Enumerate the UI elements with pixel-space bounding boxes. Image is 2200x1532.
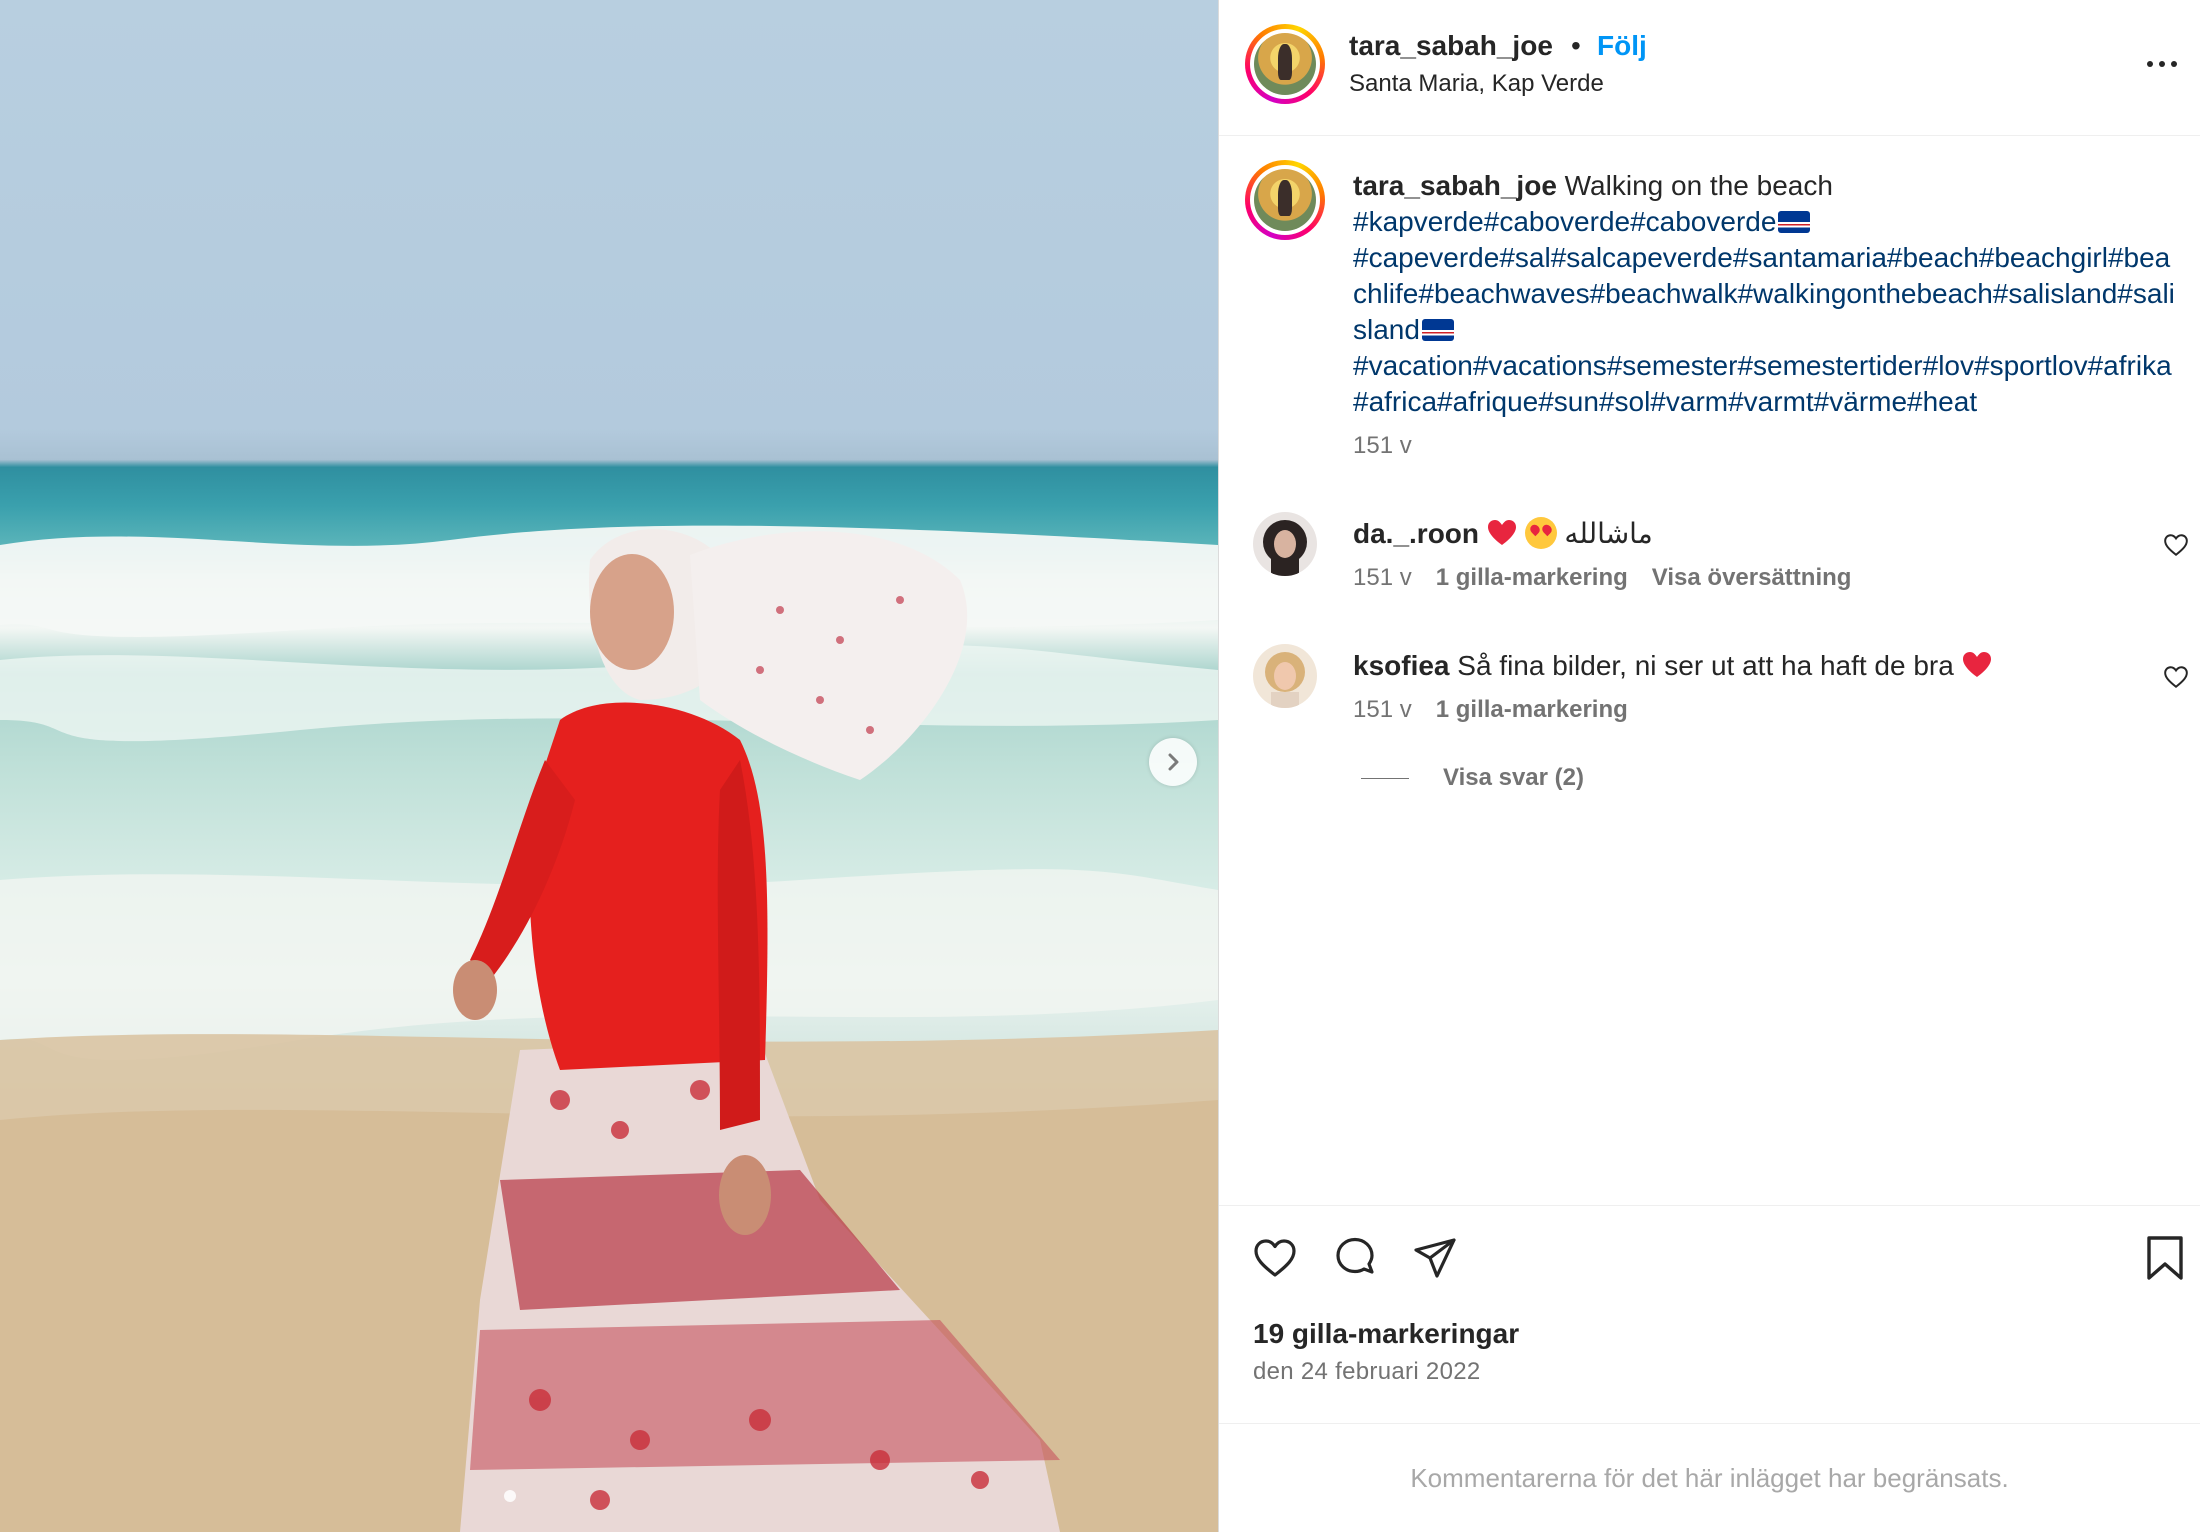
comment-username[interactable]: da._.roon	[1353, 518, 1479, 549]
caption-text: tara_sabah_joe Walking on the beach #kap…	[1353, 168, 2183, 420]
replies-divider	[1361, 777, 1409, 779]
small-heart-icon[interactable]	[2163, 532, 2189, 558]
comment-meta: 151 v 1 gilla-markering Visa översättnin…	[1353, 564, 1851, 592]
post-date[interactable]: den 24 februari 2022	[1253, 1358, 1481, 1386]
comment-likes[interactable]: 1 gilla-markering	[1436, 696, 1628, 724]
separator-dot: •	[1571, 30, 1581, 61]
carousel-indicator	[504, 1490, 516, 1502]
heart-icon[interactable]	[1251, 1234, 1299, 1282]
caption-avatar[interactable]	[1245, 160, 1325, 240]
more-options-icon	[2147, 61, 2153, 67]
post-header: tara_sabah_joe • Följ Santa Maria, Kap V…	[1219, 0, 2200, 136]
comment-timestamp[interactable]: 151 v	[1353, 696, 1412, 724]
caption-timestamp[interactable]: 151 v	[1353, 432, 1412, 460]
hashtags-line-2[interactable]: #capeverde#sal#salcapeverde#santamaria#b…	[1353, 242, 2175, 345]
share-icon[interactable]	[1411, 1234, 1459, 1282]
follow-button[interactable]: Följ	[1597, 30, 1647, 62]
hashtags-line-3[interactable]: #vacation#vacations#semester#semestertid…	[1353, 350, 2172, 417]
comments-limited-notice: Kommentarerna för det här inlägget har b…	[1219, 1423, 2200, 1532]
comment-meta: 151 v 1 gilla-markering	[1353, 696, 1628, 724]
commenter-avatar[interactable]	[1253, 644, 1317, 708]
author-avatar[interactable]	[1245, 24, 1325, 104]
bookmark-icon[interactable]	[2143, 1234, 2187, 1282]
comment-text: ksofiea Så fina bilder, ni ser ut att ha…	[1353, 648, 1992, 684]
post-details-panel: tara_sabah_joe • Följ Santa Maria, Kap V…	[1219, 0, 2200, 1532]
post-location[interactable]: Santa Maria, Kap Verde	[1349, 70, 1604, 98]
red-heart-emoji-icon	[1487, 520, 1516, 545]
post-actions: 19 gilla-markeringar den 24 februari 202…	[1219, 1205, 2200, 1423]
flag-cape-verde-icon	[1421, 319, 1454, 341]
caption-username[interactable]: tara_sabah_joe	[1353, 170, 1557, 201]
comment-body: ماشالله	[1564, 518, 1653, 549]
comment-timestamp[interactable]: 151 v	[1353, 564, 1412, 592]
comment-body: Så fina bilder, ni ser ut att ha haft de…	[1457, 650, 1954, 681]
beach-photo	[0, 525, 1218, 1532]
author-username[interactable]: tara_sabah_joe	[1349, 30, 1553, 62]
comment-icon[interactable]	[1331, 1234, 1379, 1282]
comment-likes[interactable]: 1 gilla-markering	[1436, 564, 1628, 592]
more-options-button[interactable]	[2147, 50, 2183, 78]
post-image[interactable]	[0, 0, 1218, 1532]
comment-username[interactable]: ksofiea	[1353, 650, 1450, 681]
carousel-next-icon	[1168, 753, 1179, 771]
view-replies-label: Visa svar (2)	[1443, 764, 1584, 791]
caption-body: Walking on the beach	[1564, 170, 1833, 201]
heart-eyes-emoji-icon	[1524, 517, 1557, 549]
comment-text: da._.roon ماشالله	[1353, 516, 1653, 552]
hashtags-line-1[interactable]: #kapverde#caboverde#caboverde	[1353, 206, 1776, 237]
flag-cape-verde-icon	[1778, 211, 1811, 233]
commenter-avatar[interactable]	[1253, 512, 1317, 576]
carousel-next-button[interactable]	[1149, 738, 1197, 786]
translate-button[interactable]: Visa översättning	[1652, 564, 1852, 592]
small-heart-icon[interactable]	[2163, 664, 2189, 690]
likes-count[interactable]: 19 gilla-markeringar	[1253, 1318, 1519, 1350]
red-heart-emoji-icon	[1962, 652, 1991, 677]
view-replies-button[interactable]: Visa svar (2)	[1361, 764, 1584, 792]
